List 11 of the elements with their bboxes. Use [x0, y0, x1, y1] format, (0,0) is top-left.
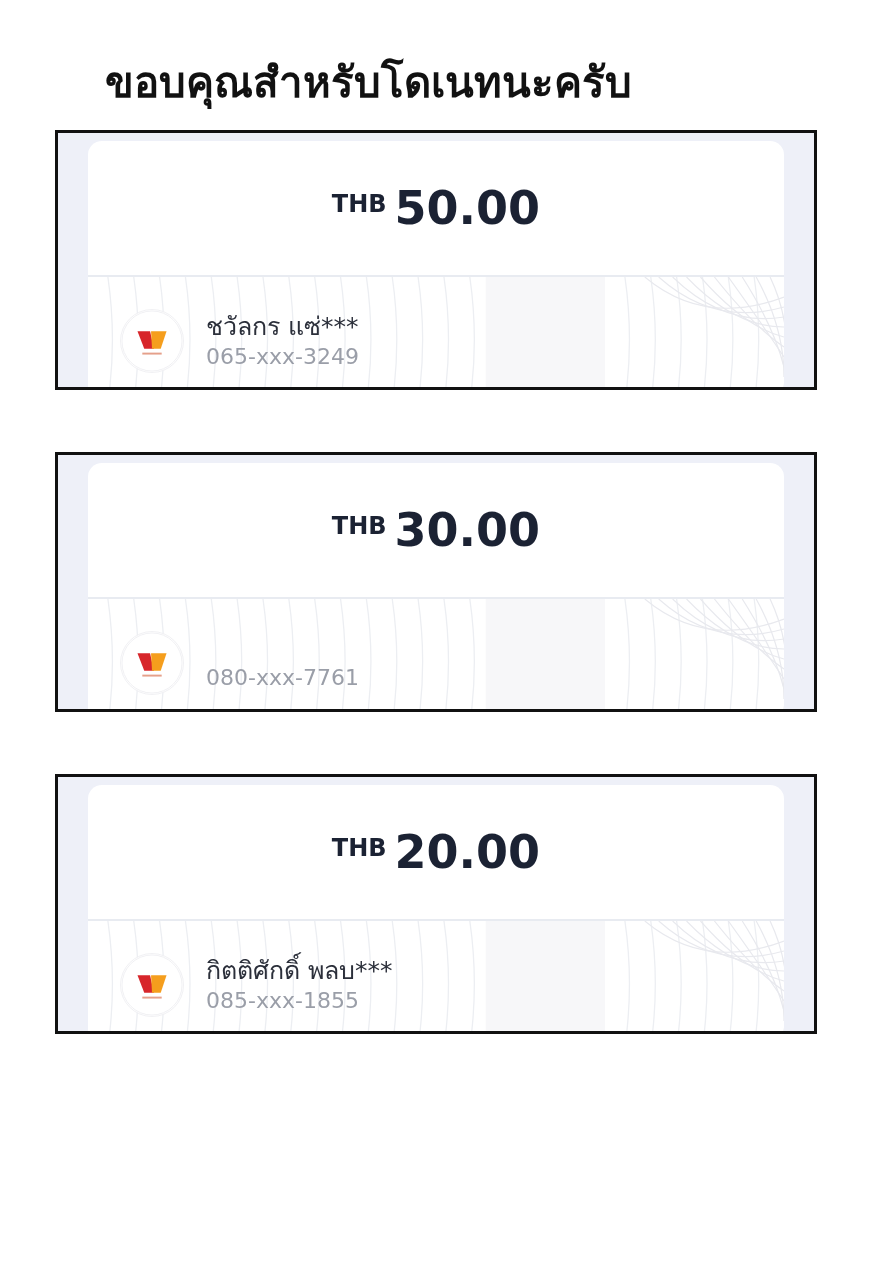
currency-label: THB	[331, 511, 387, 543]
amount-value: 30.00	[394, 501, 541, 559]
phone-number: 065-xxx-3249	[206, 342, 359, 371]
amount-value: 50.00	[394, 179, 541, 237]
page-title: ขอบคุณสำหรับโดเนทนะครับ	[104, 57, 633, 109]
amount-value: 20.00	[394, 823, 541, 881]
currency-label: THB	[331, 189, 387, 221]
sender-name: ชวัลกร แซ่***	[206, 311, 359, 343]
phone-number: 085-xxx-1855	[206, 986, 360, 1015]
phone-number: 080-xxx-7761	[206, 664, 359, 692]
currency-label: THB	[331, 833, 387, 865]
